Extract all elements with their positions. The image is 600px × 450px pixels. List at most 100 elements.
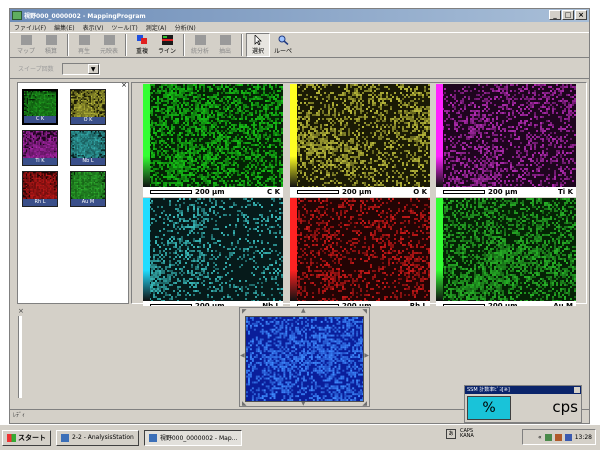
minimize-button[interactable]: _ xyxy=(549,10,561,20)
menu-file[interactable]: ファイル(F) xyxy=(14,23,46,32)
color-scale-bar xyxy=(436,84,443,187)
menu-tools[interactable]: ツール(T) xyxy=(111,23,137,32)
play-button[interactable]: 再生 xyxy=(72,33,96,57)
maximize-button[interactable]: □ xyxy=(562,10,574,20)
map-image-svg xyxy=(290,198,430,301)
stats-button[interactable]: 統分析 xyxy=(188,33,212,57)
color-scale-bar xyxy=(436,198,443,301)
count-rate-unit: cps xyxy=(552,398,578,416)
map-tile-rh-l[interactable]: 200 µmRh L xyxy=(290,198,430,312)
pan-up-icon[interactable]: ▲ xyxy=(301,307,306,314)
scale-label: 200 µm xyxy=(342,188,372,196)
title-bar[interactable]: 視野000_0000002 - MappingProgram _ □ × xyxy=(10,9,589,22)
toolbar-separator xyxy=(67,34,69,56)
sweep-label: スイープ回数 xyxy=(18,66,54,73)
map-image xyxy=(436,198,576,301)
overlap-icon xyxy=(136,35,147,44)
map-image-svg xyxy=(143,84,283,187)
pan-right-icon[interactable]: ▶ xyxy=(364,352,369,359)
element-label: Ti K xyxy=(557,188,573,196)
map-tile-ti-k[interactable]: 200 µm Ti K xyxy=(436,84,576,198)
monitor-icon[interactable] xyxy=(564,433,572,441)
line-button[interactable]: ライン xyxy=(155,33,179,57)
menu-edit[interactable]: 編集(E) xyxy=(54,23,74,32)
kana-indicator: KANA xyxy=(460,433,474,439)
network-icon[interactable] xyxy=(544,433,552,441)
table-button[interactable]: 元映表 xyxy=(97,33,121,57)
map-image-svg xyxy=(436,84,576,187)
ime-icon[interactable]: あ xyxy=(446,429,456,439)
scale-label: 200 µm xyxy=(488,188,518,196)
overview-scroll-strip[interactable] xyxy=(18,316,22,398)
toolbar: マップ 積算 再生 元映表 重複 ライン 統分析 抽出 選択 ルーペ xyxy=(10,32,589,58)
thumbnail-au-m[interactable]: Au M xyxy=(70,171,106,207)
thumbnail-c-k[interactable]: C K xyxy=(22,89,58,125)
map-image-svg xyxy=(290,84,430,187)
desktop: 視野000_0000002 - MappingProgram _ □ × ファイ… xyxy=(0,0,600,450)
scale-bar xyxy=(297,190,339,194)
count-rate-window: SSM 計数率ﾋﾞﾖ[※] % cps xyxy=(464,385,582,423)
windows-logo-icon xyxy=(7,433,16,442)
overlap-button[interactable]: 重複 xyxy=(130,33,154,57)
menu-bar: ファイル(F) 編集(E) 表示(V) ツール(T) 測定(A) 分析(N) xyxy=(10,22,589,32)
map-image xyxy=(436,84,576,187)
taskbar-item-mapping-program[interactable]: 視野000_0000002 - Map... xyxy=(143,429,243,446)
thumbnail-label: Rh L xyxy=(23,199,57,206)
menu-measure[interactable]: 測定(A) xyxy=(146,23,167,32)
close-button[interactable]: × xyxy=(575,10,587,20)
color-scale-bar xyxy=(290,198,297,301)
thumbnail-rh-l[interactable]: Rh L xyxy=(22,171,58,207)
map-image xyxy=(290,84,430,187)
corner-handle-icon[interactable]: ◥ xyxy=(362,308,367,315)
extract-button[interactable]: 抽出 xyxy=(213,33,237,57)
taskbar: スタート 2-2 - AnalysisStation 視野000_0000002… xyxy=(0,424,600,450)
select-cursor-icon xyxy=(254,35,262,45)
chevron-down-icon[interactable]: ▼ xyxy=(87,63,99,74)
magnifier-icon xyxy=(278,35,288,45)
taskbar-item-analysis-station[interactable]: 2-2 - AnalysisStation xyxy=(56,429,139,446)
map-image-svg xyxy=(436,198,576,301)
menu-view[interactable]: 表示(V) xyxy=(83,23,104,32)
thumbnail-panel: × C K O K Ti K Nb L Rh L Au M xyxy=(17,81,129,304)
sweep-count-select[interactable]: ▼ xyxy=(61,62,100,75)
map-tile-nb-l[interactable]: 200 µmNb L xyxy=(143,198,283,312)
thumbnail-label: O K xyxy=(71,117,105,124)
close-icon[interactable]: × xyxy=(18,307,24,315)
status-text: ﾚﾃﾞｨ xyxy=(13,412,26,419)
toolbar-separator xyxy=(125,34,127,56)
map-tile-c-k[interactable]: 200 µm C K xyxy=(143,84,283,198)
map-image-svg xyxy=(143,198,283,301)
map-image xyxy=(143,198,283,301)
volume-icon[interactable] xyxy=(554,433,562,441)
start-button[interactable]: スタート xyxy=(2,429,51,446)
map-tile-au-m[interactable]: 200 µmAu M xyxy=(436,198,576,312)
magnifier-button[interactable]: ルーペ xyxy=(271,33,295,57)
thumbnail-ti-k[interactable]: Ti K xyxy=(22,130,58,166)
overview-image-svg xyxy=(246,317,363,401)
clock: 13:28 xyxy=(574,433,592,441)
select-button[interactable]: 選択 xyxy=(246,33,270,57)
app-window-icon xyxy=(148,433,157,442)
close-icon[interactable] xyxy=(574,387,580,393)
thumbnail-nb-l[interactable]: Nb L xyxy=(70,130,106,166)
scale-bar xyxy=(443,190,485,194)
extract-icon xyxy=(219,35,231,45)
window-title: 視野000_0000002 - MappingProgram xyxy=(24,13,146,20)
overview-image[interactable] xyxy=(245,316,364,402)
toolbar-separator xyxy=(241,34,243,56)
map-button[interactable]: マップ xyxy=(14,33,38,57)
menu-analysis[interactable]: 分析(N) xyxy=(175,23,196,32)
corner-handle-icon[interactable]: ◤ xyxy=(242,308,247,315)
tray-expand-icon[interactable]: « xyxy=(538,434,542,441)
pan-left-icon[interactable]: ◀ xyxy=(240,352,245,359)
stats-icon xyxy=(194,35,206,45)
map-image xyxy=(290,198,430,301)
color-scale-bar xyxy=(143,198,150,301)
accumulate-button[interactable]: 積算 xyxy=(39,33,63,57)
scale-label: 200 µm xyxy=(195,188,225,196)
thumbnail-o-k[interactable]: O K xyxy=(70,89,106,125)
panel-close-icon[interactable]: × xyxy=(121,81,127,89)
map-tile-o-k[interactable]: 200 µm O K xyxy=(290,84,430,198)
element-label: O K xyxy=(413,188,427,196)
mapping-program-window: 視野000_0000002 - MappingProgram _ □ × ファイ… xyxy=(9,8,590,424)
